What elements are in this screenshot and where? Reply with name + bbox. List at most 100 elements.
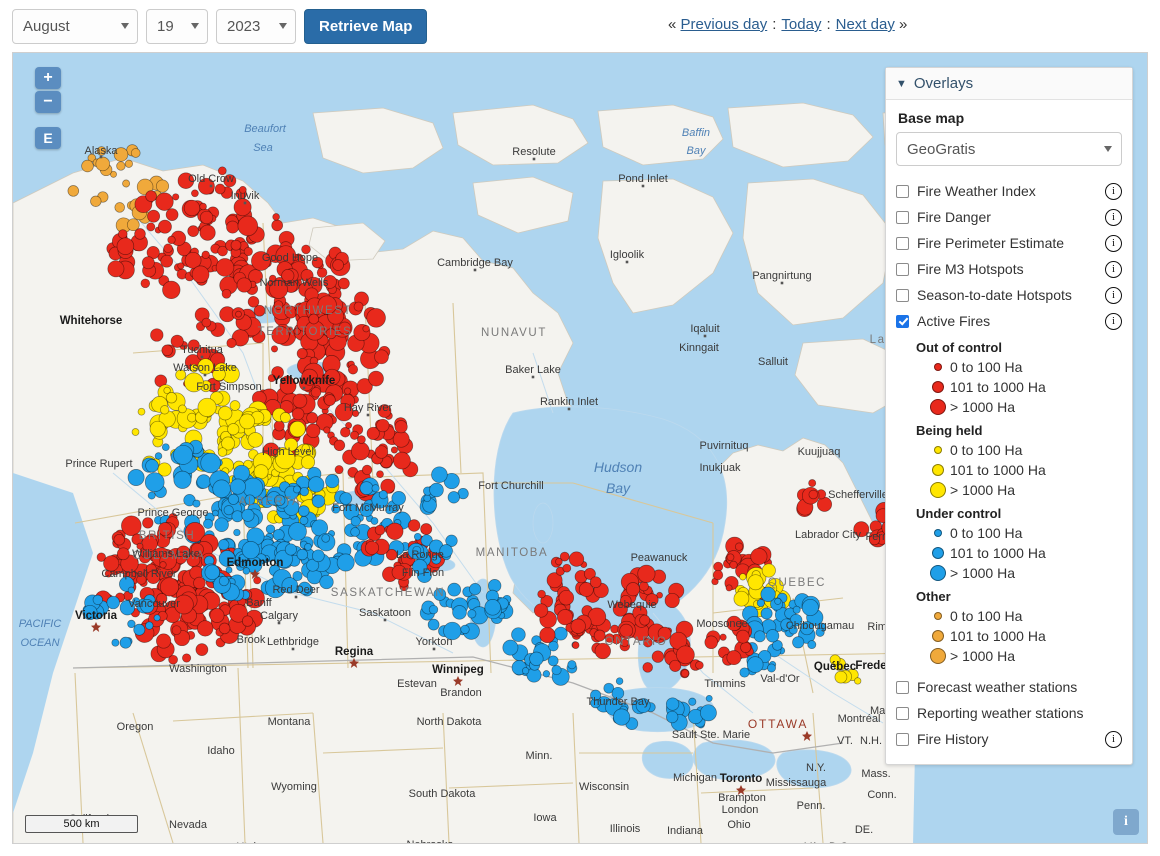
fire-point[interactable] xyxy=(242,477,264,499)
fire-point[interactable] xyxy=(747,574,764,591)
fire-point[interactable] xyxy=(338,277,350,290)
fire-point[interactable] xyxy=(350,516,361,527)
fire-point[interactable] xyxy=(118,229,128,239)
fire-point[interactable] xyxy=(593,629,606,642)
fire-point[interactable] xyxy=(719,633,727,641)
fire-point[interactable] xyxy=(201,317,212,328)
fire-point[interactable] xyxy=(325,474,340,489)
layer-checkbox[interactable] xyxy=(896,288,909,302)
fire-point[interactable] xyxy=(229,400,241,411)
fire-point[interactable] xyxy=(227,493,239,505)
fire-point[interactable] xyxy=(150,328,164,342)
fire-point[interactable] xyxy=(428,604,439,615)
fire-point[interactable] xyxy=(680,669,690,678)
fire-point[interactable] xyxy=(200,452,221,474)
fire-point[interactable] xyxy=(374,524,386,536)
fire-point[interactable] xyxy=(147,491,156,500)
fire-point[interactable] xyxy=(760,607,773,620)
fire-point[interactable] xyxy=(241,508,255,522)
layer-row[interactable]: Fire Danger i xyxy=(896,204,1122,230)
fire-point[interactable] xyxy=(537,589,546,599)
fire-point[interactable] xyxy=(567,660,577,670)
fire-point[interactable] xyxy=(187,225,200,237)
fire-point[interactable] xyxy=(761,563,776,578)
fire-point[interactable] xyxy=(452,605,467,620)
fire-point[interactable] xyxy=(368,370,384,387)
fire-point[interactable] xyxy=(137,407,146,416)
fire-point[interactable] xyxy=(359,481,374,495)
fire-point[interactable] xyxy=(801,598,819,617)
fire-point[interactable] xyxy=(144,472,165,493)
fire-point[interactable] xyxy=(666,710,679,724)
fire-point[interactable] xyxy=(370,517,379,525)
info-icon[interactable]: i xyxy=(1105,208,1122,226)
fire-point[interactable] xyxy=(147,209,161,223)
fire-point[interactable] xyxy=(669,659,682,672)
retrieve-map-button[interactable]: Retrieve Map xyxy=(304,9,428,44)
fire-point[interactable] xyxy=(642,662,653,673)
fire-point[interactable] xyxy=(279,412,291,423)
layer-checkbox[interactable] xyxy=(896,262,909,276)
layer-row[interactable]: Forecast weather stations xyxy=(896,674,1122,700)
fire-point[interactable] xyxy=(570,618,586,634)
fire-point[interactable] xyxy=(323,426,331,434)
fire-point[interactable] xyxy=(447,582,462,597)
fire-point[interactable] xyxy=(542,670,551,678)
fire-point[interactable] xyxy=(162,280,181,300)
fire-point[interactable] xyxy=(291,407,305,421)
fire-point[interactable] xyxy=(203,518,214,529)
fire-point[interactable] xyxy=(568,551,585,567)
fire-point[interactable] xyxy=(239,413,255,430)
layer-checkbox[interactable] xyxy=(896,680,909,694)
fire-point[interactable] xyxy=(548,640,559,652)
fire-point[interactable] xyxy=(746,656,764,673)
fire-point[interactable] xyxy=(183,199,201,217)
fire-point[interactable] xyxy=(155,179,170,193)
fire-point[interactable] xyxy=(134,228,146,240)
fire-point[interactable] xyxy=(311,549,325,563)
layer-row[interactable]: Fire Perimeter Estimate i xyxy=(896,230,1122,256)
fire-point[interactable] xyxy=(243,246,253,257)
fire-point[interactable] xyxy=(212,479,231,499)
fire-point[interactable] xyxy=(171,625,182,636)
fire-point[interactable] xyxy=(808,479,817,488)
fire-point[interactable] xyxy=(705,694,713,702)
fire-point[interactable] xyxy=(178,404,187,414)
previous-day-link[interactable]: Previous day xyxy=(681,16,768,33)
fire-point[interactable] xyxy=(502,639,519,656)
fire-point[interactable] xyxy=(233,528,241,537)
fire-point[interactable] xyxy=(637,564,656,583)
fire-point[interactable] xyxy=(484,599,501,616)
fire-point[interactable] xyxy=(625,582,641,597)
layer-checkbox[interactable] xyxy=(896,314,909,328)
fire-point[interactable] xyxy=(226,220,240,234)
fire-point[interactable] xyxy=(704,635,718,650)
fire-point[interactable] xyxy=(182,653,192,663)
layer-checkbox[interactable] xyxy=(896,706,909,720)
fire-point[interactable] xyxy=(237,215,259,237)
fire-point[interactable] xyxy=(153,614,161,622)
fire-point[interactable] xyxy=(739,667,750,678)
fire-point[interactable] xyxy=(197,397,217,417)
overlays-panel-header[interactable]: ▼ Overlays xyxy=(886,68,1132,100)
fire-point[interactable] xyxy=(114,202,125,213)
fire-point[interactable] xyxy=(529,651,544,666)
fire-point[interactable] xyxy=(296,548,309,561)
fire-point[interactable] xyxy=(199,202,207,211)
fire-point[interactable] xyxy=(218,575,230,587)
fire-point[interactable] xyxy=(571,641,580,649)
fire-point[interactable] xyxy=(639,614,651,626)
fire-point[interactable] xyxy=(111,638,120,647)
fire-point[interactable] xyxy=(146,222,156,232)
fire-point[interactable] xyxy=(638,581,649,592)
fire-point[interactable] xyxy=(177,262,185,270)
fire-point[interactable] xyxy=(284,543,297,556)
fire-point[interactable] xyxy=(310,387,322,398)
fire-point[interactable] xyxy=(272,528,285,541)
fire-point[interactable] xyxy=(407,519,421,532)
layer-row[interactable]: Fire M3 Hotspots i xyxy=(896,256,1122,282)
fire-point[interactable] xyxy=(92,594,103,605)
fire-point[interactable] xyxy=(321,533,331,543)
fire-point[interactable] xyxy=(308,476,325,493)
fire-point[interactable] xyxy=(558,589,575,606)
